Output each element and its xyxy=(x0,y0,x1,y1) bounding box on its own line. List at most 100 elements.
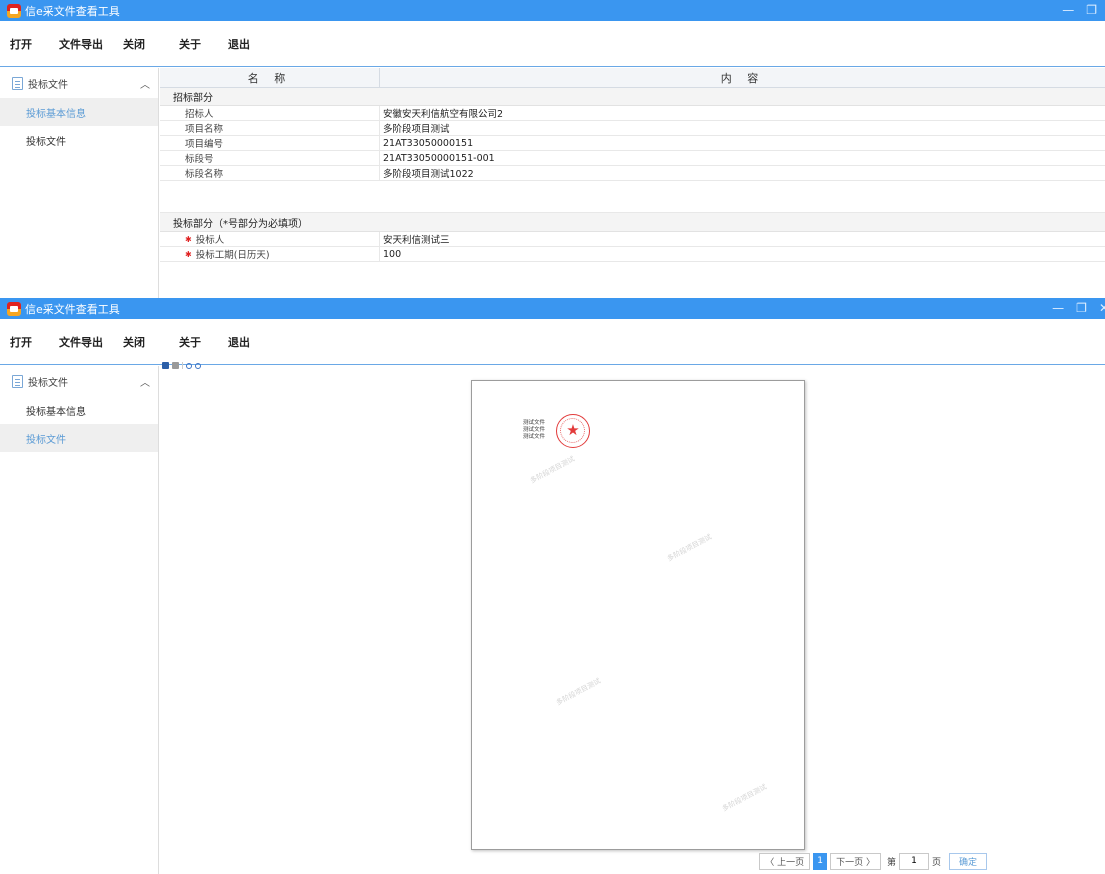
window-title: 信e采文件查看工具 xyxy=(25,4,120,18)
table-spacer xyxy=(160,181,1105,213)
row-name-label: 标段名称 xyxy=(185,169,224,180)
row-name-cell: ✱ 投标人 xyxy=(160,232,380,246)
section-bid: 投标部分（*号部分为必填项） xyxy=(160,213,1105,232)
window-title: 信e采文件查看工具 xyxy=(25,302,120,316)
row-name-cell: 项目名称 xyxy=(160,121,380,135)
minimize-icon[interactable]: — xyxy=(1062,3,1074,17)
menu-open[interactable]: 打开 xyxy=(10,36,32,52)
row-name-label: 项目名称 xyxy=(185,124,224,135)
document-line: 测试文件 xyxy=(523,420,546,426)
document-text: 测试文件 测试文件 测试文件 xyxy=(523,420,545,441)
menu-export[interactable]: 文件导出 xyxy=(59,36,103,52)
row-name-label: 项目编号 xyxy=(185,139,224,150)
title-bar: 信e采文件查看工具 — ❐ ✕ xyxy=(0,298,1105,319)
window-controls: — ❐ xyxy=(1062,3,1097,17)
menu-bar: 打开 文件导出 关闭 关于 退出 xyxy=(0,319,1105,365)
watermark: 多阶段项目测试 xyxy=(665,532,714,564)
app-logo-icon xyxy=(7,3,21,18)
sidebar-group-bid-file[interactable]: 投标文件 ︿ xyxy=(0,366,158,396)
row-value-cell: 安天利信测试三 xyxy=(383,235,450,246)
table-row: 标段号 21AT33050000151-001 xyxy=(160,151,1105,166)
menu-bar: 打开 文件导出 关闭 关于 退出 xyxy=(0,21,1105,67)
menu-about[interactable]: 关于 xyxy=(179,334,201,350)
viewer-toolbar xyxy=(160,361,1105,370)
sidebar-item-basic-info[interactable]: 投标基本信息 xyxy=(0,396,158,424)
row-name-cell: 招标人 xyxy=(160,106,380,120)
next-page-button[interactable]: 下一页 〉 xyxy=(830,852,881,870)
app-window-basic-info: 信e采文件查看工具 — ❐ 打开 文件导出 关闭 关于 退出 投标文件 ︿ 投标… xyxy=(0,0,1105,298)
chevron-up-icon[interactable]: ︿ xyxy=(140,76,150,91)
document-icon xyxy=(12,76,23,90)
row-name-label: 招标人 xyxy=(185,109,214,120)
bid-rows: ✱ 投标人 安天利信测试三 ✱ 投标工期(日历天) 100 xyxy=(160,232,1105,262)
document-viewer-pane: 测试文件 测试文件 测试文件 ★ 多阶段项目测试 多阶段项目测试 多阶段项目测试… xyxy=(160,362,1105,874)
pdf-viewport[interactable]: 测试文件 测试文件 测试文件 ★ 多阶段项目测试 多阶段项目测试 多阶段项目测试… xyxy=(160,380,1105,850)
table-row: 项目名称 多阶段项目测试 xyxy=(160,121,1105,136)
menu-exit[interactable]: 退出 xyxy=(228,334,250,350)
row-value-cell: 安徽安天利信航空有限公司2 xyxy=(383,109,504,120)
section-tender: 招标部分 xyxy=(160,88,1105,106)
sidebar-item-bid-file[interactable]: 投标文件 xyxy=(0,126,158,154)
document-page: 测试文件 测试文件 测试文件 ★ 多阶段项目测试 多阶段项目测试 多阶段项目测试… xyxy=(471,380,805,850)
menu-export[interactable]: 文件导出 xyxy=(59,334,103,350)
row-name-label: 标段号 xyxy=(185,154,214,165)
app-window-bid-file: 信e采文件查看工具 — ❐ ✕ 打开 文件导出 关闭 关于 退出 投标文件 ︿ … xyxy=(0,298,1105,874)
menu-open[interactable]: 打开 xyxy=(10,334,32,350)
save-icon[interactable] xyxy=(162,362,169,369)
column-header-name: 名 称 xyxy=(160,68,380,87)
zoom-in-icon[interactable] xyxy=(186,362,192,369)
company-seal: ★ xyxy=(556,414,590,448)
row-value-cell: 多阶段项目测试 xyxy=(383,124,450,135)
restore-icon[interactable]: ❐ xyxy=(1076,301,1087,315)
required-asterisk-icon: ✱ xyxy=(185,234,192,244)
chevron-up-icon[interactable]: ︿ xyxy=(140,374,150,389)
watermark: 多阶段项目测试 xyxy=(554,676,603,708)
row-name-cell: 项目编号 xyxy=(160,136,380,150)
menu-exit[interactable]: 退出 xyxy=(228,36,250,52)
title-bar: 信e采文件查看工具 — ❐ xyxy=(0,0,1105,21)
sidebar-group-bid-file[interactable]: 投标文件 ︿ xyxy=(0,68,158,98)
zoom-out-icon[interactable] xyxy=(195,362,201,369)
row-value-cell: 100 xyxy=(383,248,402,260)
sidebar-group-label: 投标文件 xyxy=(28,79,68,91)
watermark: 多阶段项目测试 xyxy=(720,782,769,814)
seal-star-icon: ★ xyxy=(566,421,580,439)
row-name-cell: 标段名称 xyxy=(160,166,380,180)
document-line: 测试文件 xyxy=(523,434,546,440)
menu-about[interactable]: 关于 xyxy=(179,36,201,52)
sidebar-item-basic-info[interactable]: 投标基本信息 xyxy=(0,98,158,126)
document-icon xyxy=(12,374,23,388)
toolbar-divider xyxy=(182,362,183,369)
sidebar-group-label: 投标文件 xyxy=(28,377,68,389)
row-name-label: 投标工期(日历天) xyxy=(195,250,270,261)
row-name-cell: ✱ 投标工期(日历天) xyxy=(160,247,380,261)
tender-rows: 招标人 安徽安天利信航空有限公司2 项目名称 多阶段项目测试项目编号 21AT33050… xyxy=(160,106,1105,181)
table-row: ✱ 投标工期(日历天) 100 xyxy=(160,247,1105,262)
current-page-indicator[interactable]: 1 xyxy=(813,852,828,870)
table-row: 项目编号 21AT33050000151 xyxy=(160,136,1105,151)
app-logo-icon xyxy=(7,301,21,316)
restore-icon[interactable]: ❐ xyxy=(1086,3,1097,17)
sidebar-item-bid-file[interactable]: 投标文件 xyxy=(0,424,158,452)
confirm-page-button[interactable]: 确定 xyxy=(948,852,987,870)
row-name-cell: 标段号 xyxy=(160,151,380,165)
page-number-input[interactable] xyxy=(898,852,929,870)
close-icon[interactable]: ✕ xyxy=(1099,301,1105,315)
menu-close[interactable]: 关闭 xyxy=(123,334,145,350)
sidebar: 投标文件 ︿ 投标基本信息 投标文件 xyxy=(0,68,159,298)
pagination: 〈 上一页 1 下一页 〉 第 页 确定 xyxy=(759,852,987,870)
table-row: 招标人 安徽安天利信航空有限公司2 xyxy=(160,106,1105,121)
sidebar: 投标文件 ︿ 投标基本信息 投标文件 xyxy=(0,366,159,874)
row-value-cell: 21AT33050000151-001 xyxy=(383,152,495,164)
menu-close[interactable]: 关闭 xyxy=(123,36,145,52)
document-line: 测试文件 xyxy=(523,427,546,433)
print-icon[interactable] xyxy=(172,362,179,369)
table-row: ✱ 投标人 安天利信测试三 xyxy=(160,232,1105,247)
prev-page-button[interactable]: 〈 上一页 xyxy=(759,852,811,870)
goto-suffix-label: 页 xyxy=(931,857,941,868)
row-value-cell: 21AT33050000151 xyxy=(383,137,474,149)
minimize-icon[interactable]: — xyxy=(1052,301,1064,315)
required-asterisk-icon: ✱ xyxy=(185,249,192,259)
row-name-label: 投标人 xyxy=(195,235,225,246)
watermark: 多阶段项目测试 xyxy=(528,454,577,486)
